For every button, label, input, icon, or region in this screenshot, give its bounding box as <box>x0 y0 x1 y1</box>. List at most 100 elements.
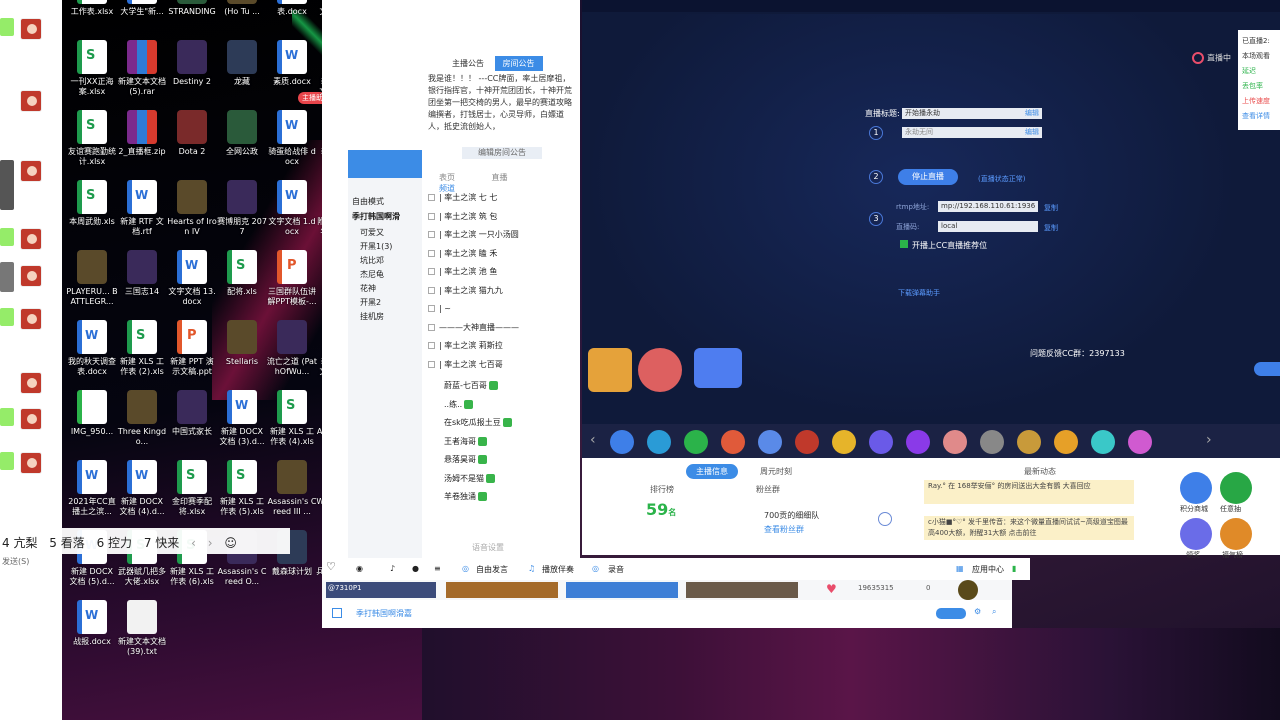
desktop-icon[interactable]: Three Kingdo... <box>116 390 168 456</box>
gift-icon[interactable] <box>610 430 634 454</box>
desktop-icon[interactable]: 新建 XLS 工 作表 (2).xls <box>116 320 168 386</box>
app-center-label[interactable]: 应用中心 <box>972 564 1004 575</box>
member-row[interactable]: 蔚蓝-七百哥 <box>444 378 498 394</box>
voice-settings-link[interactable]: 语音设置 <box>472 542 504 553</box>
gift-icon[interactable] <box>1091 430 1115 454</box>
heart-icon[interactable]: ♥ <box>826 582 840 596</box>
tab-room-notice[interactable]: 房间公告 <box>494 56 543 71</box>
tree-item[interactable]: 开黑2 <box>360 296 422 310</box>
desktop-icon[interactable]: 三国志14 <box>116 250 168 316</box>
chat-chip[interactable]: 6 控力 <box>97 534 132 551</box>
desktop-icon[interactable]: Destiny 2 <box>166 40 218 106</box>
channel-checkbox[interactable] <box>428 249 435 257</box>
member-row[interactable]: 在sk吃瓜报土豆 <box>444 415 512 431</box>
desktop-icon[interactable]: 新建文本文档 (39).txt <box>116 600 168 666</box>
channel-checkbox[interactable] <box>428 268 435 275</box>
member-row[interactable]: 汤姆不是猫 <box>444 471 495 487</box>
claim-icon[interactable] <box>1180 518 1212 550</box>
chat-image[interactable] <box>0 160 14 210</box>
channel-row[interactable]: | 率土之滨 猫九九 <box>428 283 568 299</box>
desktop-icon[interactable]: 全网公政 <box>216 110 268 176</box>
channel-row[interactable]: | 率土之滨 一只小汤圆 <box>428 227 568 243</box>
avatar[interactable] <box>20 18 42 40</box>
gift-icon[interactable] <box>1054 430 1078 454</box>
member-row[interactable]: 悬落昊哥 <box>444 452 487 468</box>
record-icon[interactable]: ◎ <box>592 564 599 573</box>
lottery-icon[interactable] <box>1220 472 1252 504</box>
video-thumbnail[interactable] <box>686 582 798 598</box>
desktop-icon[interactable]: 新建 DOCX 文档 (4).d... <box>116 460 168 526</box>
member-row[interactable]: ..练.. <box>444 397 474 413</box>
subtitle-input[interactable]: 永劫无间 编辑 <box>902 127 1042 138</box>
desktop-icon[interactable]: 工作表.xlsx <box>66 0 118 36</box>
subtitle-edit-button[interactable]: 编辑 <box>1025 127 1039 138</box>
desktop-icon[interactable]: 新建 RTF 文 档.rtf <box>116 180 168 246</box>
avatar[interactable] <box>20 372 42 394</box>
channel-checkbox[interactable] <box>428 194 435 201</box>
event-banner-3[interactable] <box>694 348 742 388</box>
room-name[interactable]: 季打韩国啊滑 <box>348 207 422 226</box>
channel-checkbox[interactable] <box>428 342 435 349</box>
mixer-icon[interactable]: ≡ <box>434 564 441 573</box>
rtmp-input[interactable]: mp://192.168.110.61:1936 <box>938 201 1038 212</box>
title-input[interactable]: 开始播永劫 编辑 <box>902 108 1042 119</box>
desktop-icon[interactable]: Stellaris <box>216 320 268 386</box>
tab-host-notice[interactable]: 主播公告 <box>444 56 492 71</box>
rtmp-copy-button[interactable]: 复制 <box>1044 203 1058 213</box>
key-input[interactable]: local <box>938 221 1038 232</box>
title-edit-button[interactable]: 编辑 <box>1025 108 1039 119</box>
speaker-icon[interactable]: ◉ <box>356 564 363 573</box>
edit-notice-button[interactable]: 编辑房间公告 <box>462 147 542 159</box>
gift-icon[interactable] <box>832 430 856 454</box>
chevron-right-icon[interactable]: › <box>208 536 213 550</box>
tab-host-info[interactable]: 主播信息 <box>686 464 738 479</box>
chat-image[interactable] <box>0 262 14 292</box>
gift-icon[interactable] <box>721 430 745 454</box>
desktop-icon[interactable]: 新建文本文档 (5).rar <box>116 40 168 106</box>
chat-chip[interactable]: 7 快来 <box>144 534 179 551</box>
tab-week-moment[interactable]: 周元时刻 <box>750 464 802 479</box>
chat-placeholder[interactable]: 季打韩国啊滑嘉 <box>356 608 412 619</box>
free-talk-icon[interactable]: ◎ <box>462 564 469 573</box>
chat-icon[interactable] <box>878 512 892 526</box>
channel-row[interactable]: | 率土之滨 池 鱼 <box>428 264 568 280</box>
video-thumbnail[interactable]: @7310P1 <box>326 582 436 598</box>
desktop-icon[interactable]: Hearts of Iron IV <box>166 180 218 246</box>
tree-item[interactable]: 杰尼龟 <box>360 268 422 282</box>
gift-icon[interactable] <box>906 430 930 454</box>
avatar[interactable] <box>20 228 42 250</box>
chevron-right-icon[interactable]: › <box>1206 432 1212 448</box>
avatar[interactable] <box>958 580 978 600</box>
desktop-icon[interactable]: Assassin's Creed III ... <box>266 460 318 526</box>
desktop-icon[interactable]: 2021年CC直 播土之滨... <box>66 460 118 526</box>
accompany-label[interactable]: 播放伴奏 <box>542 564 574 575</box>
download-link[interactable]: 下载弹幕助手 <box>898 288 940 298</box>
channel-row[interactable]: | 率土之滨 七百哥 <box>428 357 568 373</box>
desktop-icon[interactable]: (Ho Tu ... <box>216 0 268 36</box>
desktop-icon[interactable]: 新建 DOCX 文档 (3).d... <box>216 390 268 456</box>
desktop-icon[interactable]: 三国群队伍讲 解PPT模板-... <box>266 250 318 316</box>
desktop-icon[interactable]: PLAYERU... BATTLEGR... <box>66 250 118 316</box>
mic-icon[interactable]: ● <box>412 564 419 573</box>
desktop-icon[interactable]: 金印赛季配 将.xlsx <box>166 460 218 526</box>
tree-item[interactable]: 挂机房 <box>360 310 422 324</box>
channel-checkbox[interactable] <box>428 360 435 368</box>
chat-chip[interactable]: 5 看落 <box>49 534 84 551</box>
gift-icon[interactable] <box>1017 430 1041 454</box>
desktop-icon[interactable]: 文字文档 13.docx <box>166 250 218 316</box>
points-mall-icon[interactable] <box>1180 472 1212 504</box>
channel-row[interactable]: | ~ <box>428 301 568 317</box>
gift-icon[interactable] <box>943 430 967 454</box>
status-link[interactable]: (直播状态正常) <box>978 174 1025 184</box>
tree-item[interactable]: 花神 <box>360 282 422 296</box>
desktop-icon[interactable]: 中国式家长 <box>166 390 218 456</box>
desktop-icon[interactable]: Dota 2 <box>166 110 218 176</box>
promo-message[interactable]: Ray.° 在 168举安俪° 的房间送出大金有鹦 大喜回应 <box>924 480 1134 504</box>
avatar[interactable] <box>20 452 42 474</box>
search-icon[interactable]: ⌕ <box>992 607 996 617</box>
chevron-left-icon[interactable]: ‹ <box>191 536 196 550</box>
gift-icon[interactable] <box>980 430 1004 454</box>
avatar[interactable] <box>20 90 42 112</box>
desktop-icon[interactable]: 我的秋天调查 表.docx <box>66 320 118 386</box>
desktop-icon[interactable]: 流亡之道 (PathOfWu... <box>266 320 318 386</box>
